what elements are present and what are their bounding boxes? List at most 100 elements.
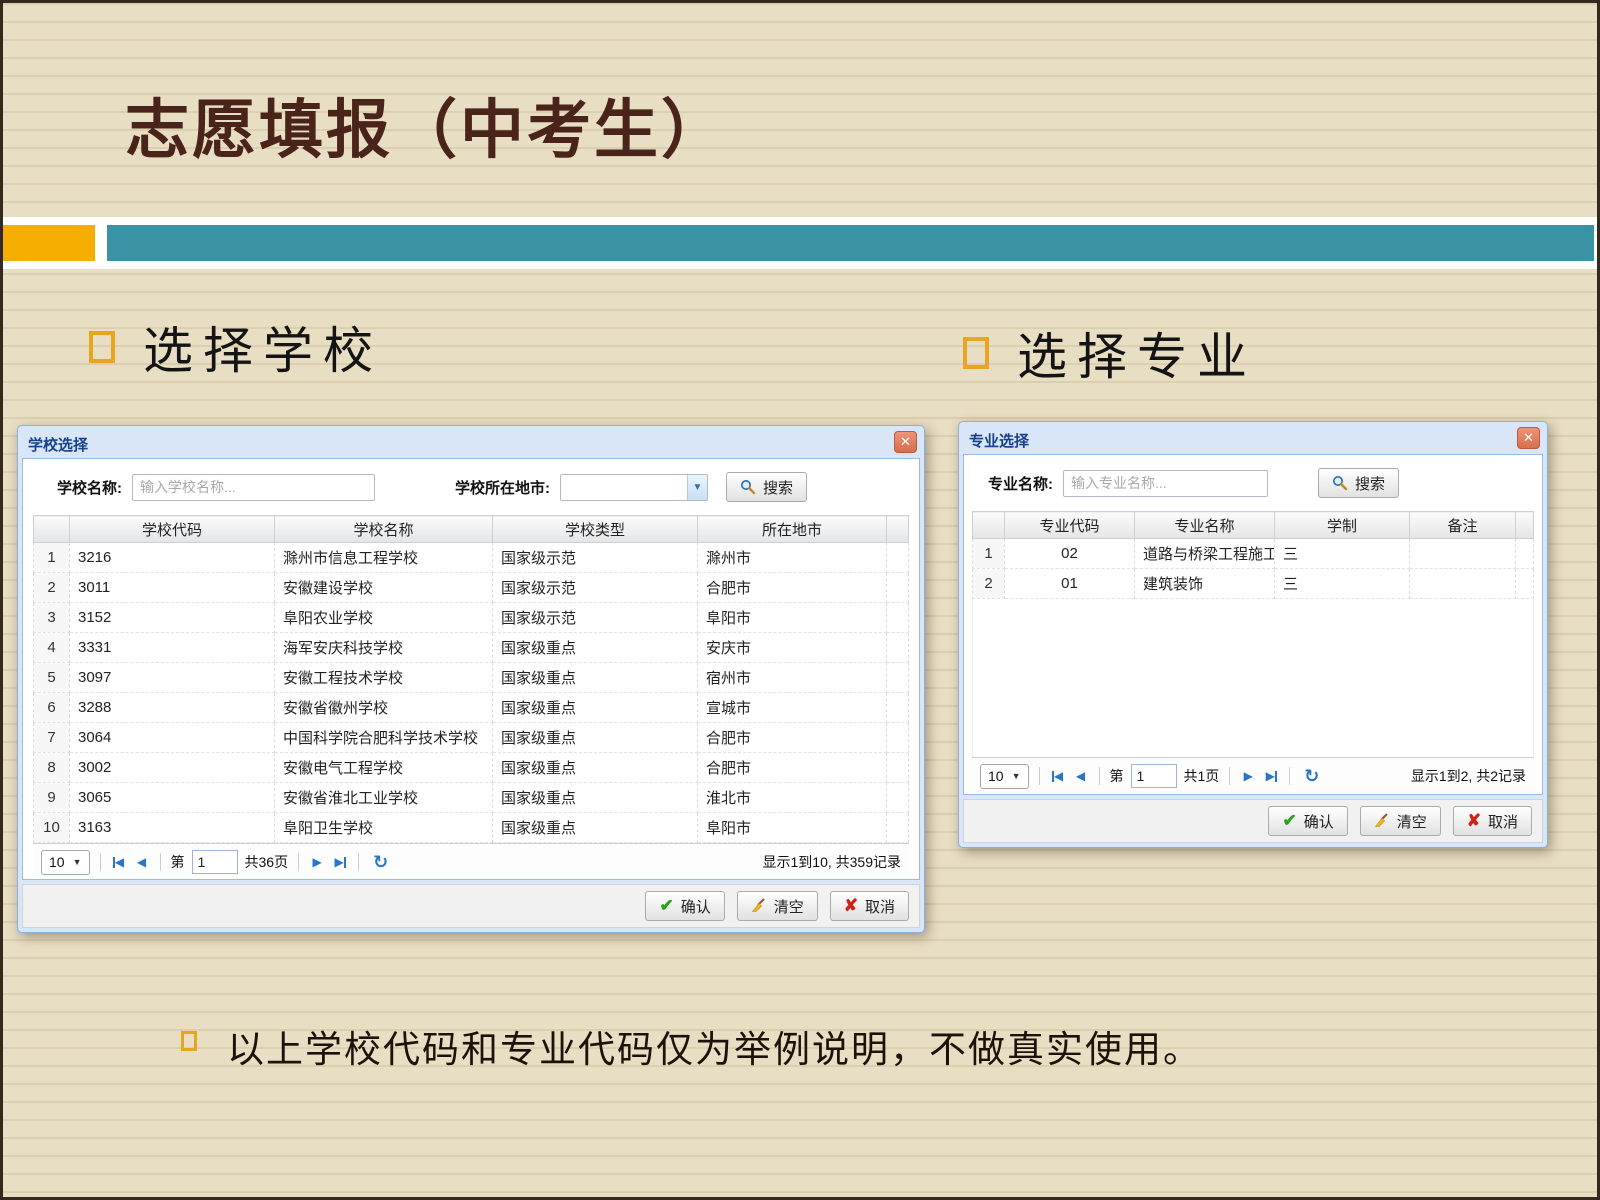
cancel-button[interactable]: ✘ 取消	[1453, 806, 1532, 836]
section-header-major: 选择专业	[963, 317, 1257, 389]
table-row[interactable]: 93065安徽省淮北工业学校国家级重点淮北市	[34, 783, 909, 813]
column-header[interactable]: 备注	[1410, 512, 1516, 539]
magnifier-icon	[1332, 475, 1348, 491]
table-cell: 国家级重点	[493, 663, 698, 693]
major-select-window: 专业选择 ✕ 专业名称: 搜索	[958, 421, 1548, 848]
row-number-cell: 5	[34, 663, 70, 693]
major-table-body: 102道路与桥梁工程施工三201建筑装饰三	[973, 539, 1534, 599]
close-icon: ✕	[900, 434, 911, 449]
table-row[interactable]: 43331海军安庆科技学校国家级重点安庆市	[34, 633, 909, 663]
table-cell: 3216	[70, 543, 275, 573]
clear-button[interactable]: 清空	[1360, 806, 1441, 836]
page-size-value: 10	[49, 854, 65, 870]
school-city-input[interactable]	[561, 475, 687, 500]
table-cell: 合肥市	[698, 753, 887, 783]
page-size-select[interactable]: 10 ▼	[980, 764, 1029, 789]
table-cell: 02	[1005, 539, 1135, 569]
major-table-header: 专业代码 专业名称 学制 备注	[973, 512, 1534, 539]
table-row[interactable]: 102道路与桥梁工程施工三	[973, 539, 1534, 569]
column-header[interactable]: 专业名称	[1135, 512, 1275, 539]
clear-button[interactable]: 清空	[737, 891, 818, 921]
row-number-cell: 10	[34, 813, 70, 843]
column-header[interactable]: 专业代码	[1005, 512, 1135, 539]
accent-band	[3, 217, 1597, 269]
next-page-button[interactable]: ▶	[309, 855, 325, 869]
confirm-label: 确认	[1304, 811, 1334, 832]
last-page-icon: ▶	[1266, 769, 1275, 783]
table-cell	[887, 783, 909, 813]
table-row[interactable]: 53097安徽工程技术学校国家级重点宿州市	[34, 663, 909, 693]
bar-icon	[1275, 771, 1277, 782]
window-titlebar[interactable]: 专业选择 ✕	[963, 426, 1543, 454]
close-button[interactable]: ✕	[894, 431, 917, 453]
column-header[interactable]: 学校类型	[493, 516, 698, 543]
table-row[interactable]: 73064中国科学院合肥科学技术学校国家级重点合肥市	[34, 723, 909, 753]
school-name-input[interactable]	[132, 474, 375, 501]
search-button[interactable]: 搜索	[726, 472, 807, 502]
table-cell: 宣城市	[698, 693, 887, 723]
window-titlebar[interactable]: 学校选择 ✕	[22, 430, 920, 458]
search-button[interactable]: 搜索	[1318, 468, 1399, 498]
table-cell: 国家级示范	[493, 543, 698, 573]
row-number-header	[973, 512, 1005, 539]
window-body: 专业名称: 搜索	[963, 454, 1543, 795]
prev-page-button[interactable]: ◀	[134, 855, 150, 869]
table-row[interactable]: 201建筑装饰三	[973, 569, 1534, 599]
school-table: 学校代码 学校名称 学校类型 所在地市 13216滁州市信息工程学校国家级示范滁…	[33, 515, 909, 843]
last-page-button[interactable]: ▶	[1263, 769, 1279, 783]
refresh-button[interactable]: ↻	[1304, 766, 1319, 787]
grid-filler	[972, 599, 1534, 757]
combo-trigger[interactable]: ▼	[687, 475, 707, 500]
page-number-input[interactable]	[192, 850, 238, 874]
table-cell	[887, 813, 909, 843]
table-row[interactable]: 23011安徽建设学校国家级示范合肥市	[34, 573, 909, 603]
dropdown-icon: ▼	[73, 857, 82, 867]
page-number-input[interactable]	[1131, 764, 1177, 788]
row-number-cell: 9	[34, 783, 70, 813]
first-page-button[interactable]: ◀	[111, 855, 127, 869]
column-header[interactable]: 学校名称	[275, 516, 493, 543]
cancel-button[interactable]: ✘ 取消	[830, 891, 909, 921]
last-page-button[interactable]: ▶	[332, 855, 348, 869]
close-button[interactable]: ✕	[1517, 427, 1540, 449]
row-number-cell: 1	[34, 543, 70, 573]
table-cell: 中国科学院合肥科学技术学校	[275, 723, 493, 753]
column-header[interactable]: 学制	[1275, 512, 1410, 539]
separator	[160, 853, 161, 871]
section-header-school: 选择学校	[89, 311, 383, 383]
window-title: 学校选择	[28, 434, 88, 455]
square-bullet-icon	[89, 331, 115, 363]
check-icon: ✔	[1282, 811, 1296, 831]
table-cell: 安徽电气工程学校	[275, 753, 493, 783]
table-cell: 国家级示范	[493, 573, 698, 603]
school-city-combo[interactable]: ▼	[560, 474, 708, 501]
table-row[interactable]: 103163阜阳卫生学校国家级重点阜阳市	[34, 813, 909, 843]
separator	[298, 853, 299, 871]
table-cell: 安徽省淮北工业学校	[275, 783, 493, 813]
table-cell: 滁州市	[698, 543, 887, 573]
section-label-major: 选择专业	[1017, 317, 1257, 389]
table-row[interactable]: 63288安徽省徽州学校国家级重点宣城市	[34, 693, 909, 723]
first-page-button[interactable]: ◀	[1050, 769, 1066, 783]
dropdown-icon: ▼	[1012, 771, 1021, 781]
confirm-button[interactable]: ✔ 确认	[645, 891, 724, 921]
table-row[interactable]: 13216滁州市信息工程学校国家级示范滁州市	[34, 543, 909, 573]
table-row[interactable]: 33152阜阳农业学校国家级示范阜阳市	[34, 603, 909, 633]
next-page-icon: ▶	[312, 855, 321, 869]
major-search-row: 专业名称: 搜索	[964, 455, 1542, 511]
page-size-select[interactable]: 10 ▼	[41, 850, 90, 875]
table-cell: 三	[1275, 539, 1410, 569]
column-header[interactable]: 学校代码	[70, 516, 275, 543]
column-header[interactable]: 所在地市	[698, 516, 887, 543]
major-name-input[interactable]	[1063, 470, 1268, 497]
refresh-button[interactable]: ↻	[373, 852, 388, 873]
next-page-button[interactable]: ▶	[1240, 769, 1256, 783]
table-cell: 安徽工程技术学校	[275, 663, 493, 693]
major-name-label: 专业名称:	[988, 473, 1053, 494]
table-cell: 阜阳市	[698, 603, 887, 633]
confirm-button[interactable]: ✔ 确认	[1268, 806, 1347, 836]
table-cell	[1410, 569, 1516, 599]
table-row[interactable]: 83002安徽电气工程学校国家级重点合肥市	[34, 753, 909, 783]
table-cell: 安徽建设学校	[275, 573, 493, 603]
prev-page-button[interactable]: ◀	[1073, 769, 1089, 783]
